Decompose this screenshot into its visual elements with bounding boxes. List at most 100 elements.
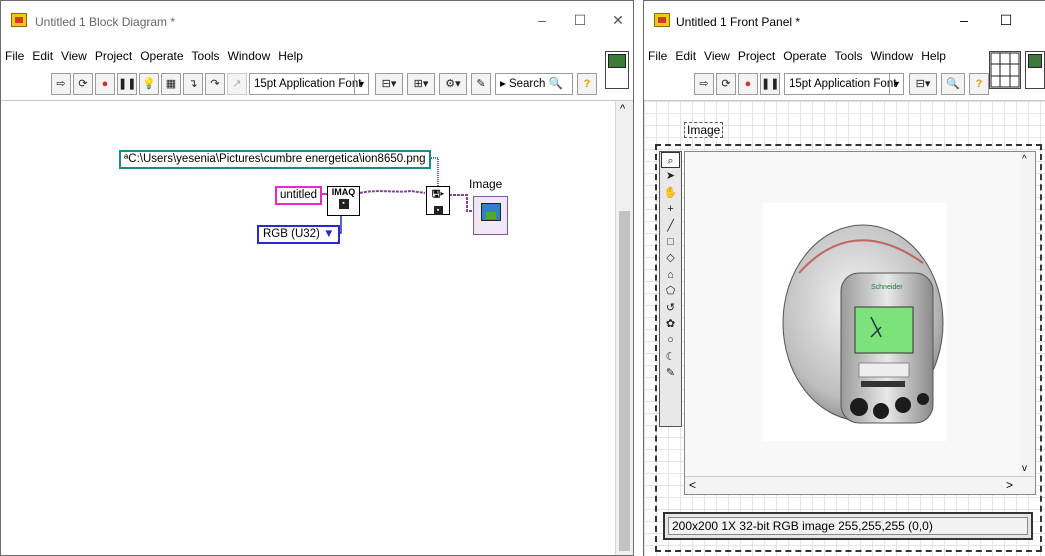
selection-tool-icon[interactable]: ➤ [661,168,680,184]
image-info-bar: 200x200 1X 32-bit RGB image 255,255,255 … [663,512,1033,540]
image-wire-2[interactable] [449,194,473,212]
point-tool-icon[interactable]: + [661,201,680,217]
reorder-icon[interactable]: ⚙▾ [439,73,467,95]
annulus-tool-icon[interactable]: ⌂ [661,267,680,283]
image-tools-palette: ⌕ ➤ ✋ + ╱ □ ◇ ⌂ ⬠ ↺ ✿ ○ ☾ ✎ [659,151,682,427]
run-continuously-icon[interactable]: ⟳ [73,73,93,95]
rectangle-tool-icon[interactable]: □ [661,234,680,250]
help-icon[interactable]: ? [577,73,597,95]
scroll-left-icon[interactable]: < [689,478,696,492]
imaq-sub-icon: ▪ [338,199,349,209]
image-indicator-label: Image [469,177,503,191]
scroll-right-icon[interactable]: > [1006,478,1013,492]
menu-file[interactable]: File [644,46,671,66]
block-diagram-title: Untitled 1 Block Diagram * [35,15,176,29]
close-icon[interactable]: ✕ [606,10,630,30]
menu-operate[interactable]: Operate [136,46,187,66]
search-icon[interactable]: 🔍 [941,73,965,95]
imaq-readfile-vi[interactable]: 🖫▸ ▪ [426,186,450,215]
block-diagram-canvas[interactable]: ªC:\Users\yesenia\Pictures\cumbre energe… [1,101,615,555]
menu-window[interactable]: Window [867,46,918,66]
distribute-objects-icon[interactable]: ⊞▾ [407,73,435,95]
menu-help[interactable]: Help [274,46,307,66]
zoom-tool-icon[interactable]: ⌕ [661,152,680,169]
pause-icon[interactable]: ❚❚ [117,73,137,95]
highlight-execution-icon[interactable]: 💡 [139,73,159,95]
font-select[interactable]: 15pt Application Font ▼ [249,73,369,95]
string-constant[interactable]: untitled [275,186,323,205]
imaq-create-vi[interactable]: IMAQ ▪ [327,186,360,216]
retain-wire-values-icon[interactable]: ▦ [161,73,181,95]
step-into-icon[interactable]: ↴ [183,73,203,95]
step-out-icon[interactable]: ↗ [227,73,247,95]
run-arrow-icon[interactable]: ⇨ [694,73,714,95]
image-info-text: 200x200 1X 32-bit RGB image 255,255,255 … [668,517,1028,535]
menu-edit[interactable]: Edit [28,46,57,66]
menu-view[interactable]: View [57,46,91,66]
front-panel-title-bar[interactable]: Untitled 1 Front Panel * – ☐ [644,1,1045,41]
image-wire-1[interactable] [359,189,426,194]
search-box[interactable]: ▸ Search 🔍 [495,73,573,95]
scroll-up-icon[interactable]: ^ [1022,154,1027,165]
menu-edit[interactable]: Edit [671,46,700,66]
broken-line-tool-icon[interactable]: ☾ [661,349,680,365]
menu-window[interactable]: Window [224,46,275,66]
rotated-rectangle-tool-icon[interactable]: ◇ [661,250,680,266]
wire-layer [321,157,473,234]
maximize-icon[interactable]: ☐ [994,10,1018,30]
block-diagram-title-bar[interactable]: Untitled 1 Block Diagram * – ☐ ✕ [1,1,633,41]
image-display-control[interactable]: ⌕ ➤ ✋ + ╱ □ ◇ ⌂ ⬠ ↺ ✿ ○ ☾ ✎ Schneider ^ … [655,144,1042,552]
menu-tools[interactable]: Tools [188,46,224,66]
scroll-up-icon[interactable]: ^ [620,103,625,115]
menu-help[interactable]: Help [917,46,950,66]
image-display-area[interactable]: Schneider ^ v < > [684,151,1036,495]
image-indicator-terminal[interactable] [473,196,508,235]
display-horizontal-scrollbar[interactable]: < > [685,476,1035,494]
scroll-thumb[interactable] [619,211,630,551]
menu-project[interactable]: Project [734,46,779,66]
abort-icon[interactable]: ● [95,73,115,95]
polygon-tool-icon[interactable]: ⬠ [661,283,680,299]
menu-tools[interactable]: Tools [831,46,867,66]
freehand-region-tool-icon[interactable]: ✿ [661,316,680,332]
menu-view[interactable]: View [700,46,734,66]
block-diagram-vertical-scrollbar[interactable]: ^ [615,101,633,555]
line-tool-icon[interactable]: ╱ [661,218,680,234]
align-objects-icon[interactable]: ⊟▾ [375,73,403,95]
front-panel-menubar: File Edit View Project Operate Tools Window Hel… [644,46,1045,66]
front-panel-toolbar: ⇨ ⟳ ● ❚❚ 15pt Application Font ▼ ⊟▾ 🔍 ? [644,71,1045,97]
enum-dropdown-icon: ▼ [323,228,335,240]
freehand-line-tool-icon[interactable]: ↺ [661,300,680,316]
meter-drawing: Schneider [782,224,944,424]
search-icon: 🔍 [548,78,563,90]
labview-vi-icon [654,13,670,27]
path-constant[interactable]: ªC:\Users\yesenia\Pictures\cumbre energe… [119,150,431,169]
block-diagram-menubar: File Edit View Project Operate Tools Window Hel… [1,46,633,66]
abort-icon[interactable]: ● [738,73,758,95]
run-continuously-icon[interactable]: ⟳ [716,73,736,95]
scroll-down-icon[interactable]: v [1022,463,1027,474]
block-diagram-window: Untitled 1 Block Diagram * – ☐ ✕ File Edi… [0,0,634,556]
front-panel-title: Untitled 1 Front Panel * [676,15,801,29]
align-objects-icon[interactable]: ⊟▾ [909,73,937,95]
minimize-icon[interactable]: – [952,10,976,30]
pan-tool-icon[interactable]: ✋ [661,185,680,201]
image-display-label[interactable]: Image [684,122,724,138]
run-arrow-icon[interactable]: ⇨ [51,73,71,95]
menu-operate[interactable]: Operate [779,46,830,66]
menu-file[interactable]: File [1,46,28,66]
minimize-icon[interactable]: – [530,10,554,30]
oval-tool-icon[interactable]: ○ [661,332,680,348]
window-gap [634,0,643,556]
extra-tool-icon[interactable]: ✎ [661,365,680,381]
pause-icon[interactable]: ❚❚ [760,73,780,95]
maximize-icon[interactable]: ☐ [568,10,592,30]
font-select[interactable]: 15pt Application Font ▼ [784,73,904,95]
help-icon[interactable]: ? [969,73,989,95]
menu-project[interactable]: Project [91,46,136,66]
image-type-enum[interactable]: RGB (U32) ▼ [257,225,341,244]
display-vertical-scrollbar[interactable]: ^ v [1019,152,1035,476]
step-over-icon[interactable]: ↷ [205,73,225,95]
clean-up-diagram-icon[interactable]: ✎ [471,73,491,95]
power-meter-photo: Schneider [763,203,947,441]
